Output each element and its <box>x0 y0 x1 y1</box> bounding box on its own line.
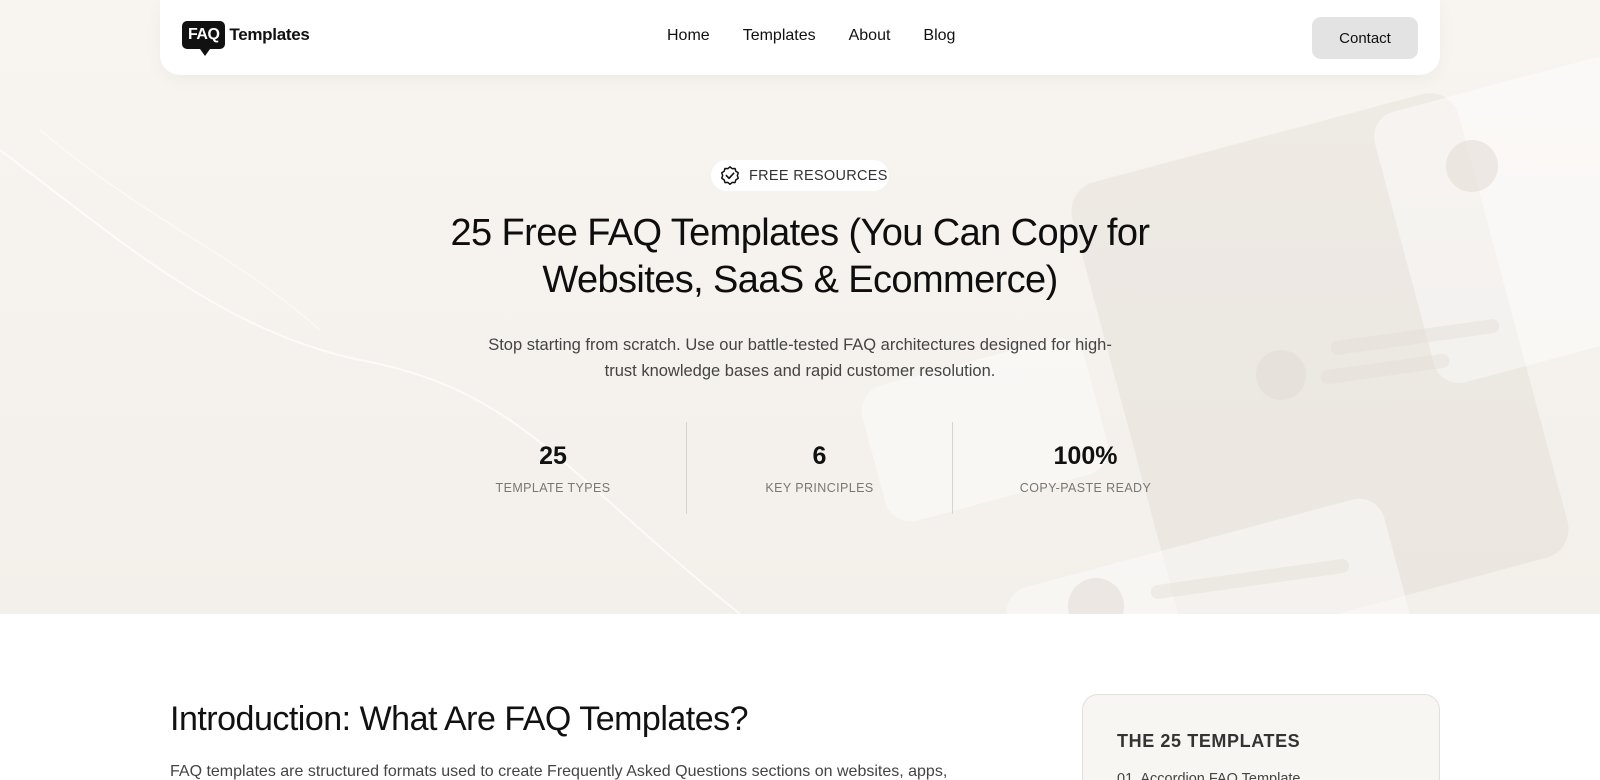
intro-paragraph: FAQ templates are structured formats use… <box>170 763 948 780</box>
stat-key-principles: 6 KEY PRINCIPLES <box>686 422 952 514</box>
stat-label: COPY-PASTE READY <box>1019 481 1152 495</box>
toc-title: THE 25 TEMPLATES <box>1117 731 1301 751</box>
intro-heading: Introduction: What Are FAQ Templates? <box>170 700 749 738</box>
stat-value: 25 <box>539 442 567 470</box>
toc-item-accordion[interactable]: 01. Accordion FAQ Template <box>1117 771 1301 780</box>
contact-button[interactable]: Contact <box>1312 17 1418 59</box>
hero-subtitle-line1: Stop starting from scratch. Use our batt… <box>488 336 1112 354</box>
stat-value: 6 <box>812 442 827 470</box>
verified-badge-icon <box>721 165 739 185</box>
stat-copy-paste-ready: 100% COPY-PASTE READY <box>952 422 1218 514</box>
stats-row: 25 TEMPLATE TYPES 6 KEY PRINCIPLES 100% … <box>420 422 1220 514</box>
nav-link-home[interactable]: Home <box>667 27 710 45</box>
free-resources-badge: FREE RESOURCES <box>711 160 889 191</box>
bg-circle-1 <box>1256 350 1306 400</box>
templates-toc: THE 25 TEMPLATES 01. Accordion FAQ Templ… <box>1082 694 1440 780</box>
nav-links: Home Templates About Blog <box>667 27 955 45</box>
page-title-line2: Websites, SaaS & Ecommerce) <box>542 259 1058 301</box>
logo-text: Templates <box>229 25 310 44</box>
nav-link-blog[interactable]: Blog <box>923 27 955 45</box>
page-title: 25 Free FAQ Templates (You Can Copy for … <box>400 210 1200 304</box>
stat-label: KEY PRINCIPLES <box>765 481 874 495</box>
badge-label: FREE RESOURCES <box>749 167 888 184</box>
bg-circle-3 <box>1446 140 1498 192</box>
hero-subtitle: Stop starting from scratch. Use our batt… <box>470 332 1130 384</box>
hero-subtitle-line2: trust knowledge bases and rapid customer… <box>604 362 996 380</box>
stat-value: 100% <box>1053 442 1118 470</box>
nav-link-templates[interactable]: Templates <box>743 27 816 45</box>
stat-label: TEMPLATE TYPES <box>495 481 611 495</box>
site-logo[interactable]: FAQ Templates <box>182 21 310 56</box>
nav-link-about[interactable]: About <box>849 27 891 45</box>
logo-badge: FAQ <box>182 21 226 56</box>
hero-section: FREE RESOURCES 25 Free FAQ Templates (Yo… <box>0 0 1600 614</box>
stat-template-types: 25 TEMPLATE TYPES <box>420 422 686 514</box>
top-navbar: FAQ Templates Home Templates About Blog … <box>160 0 1440 75</box>
page-title-line1: 25 Free FAQ Templates (You Can Copy for <box>450 212 1151 254</box>
